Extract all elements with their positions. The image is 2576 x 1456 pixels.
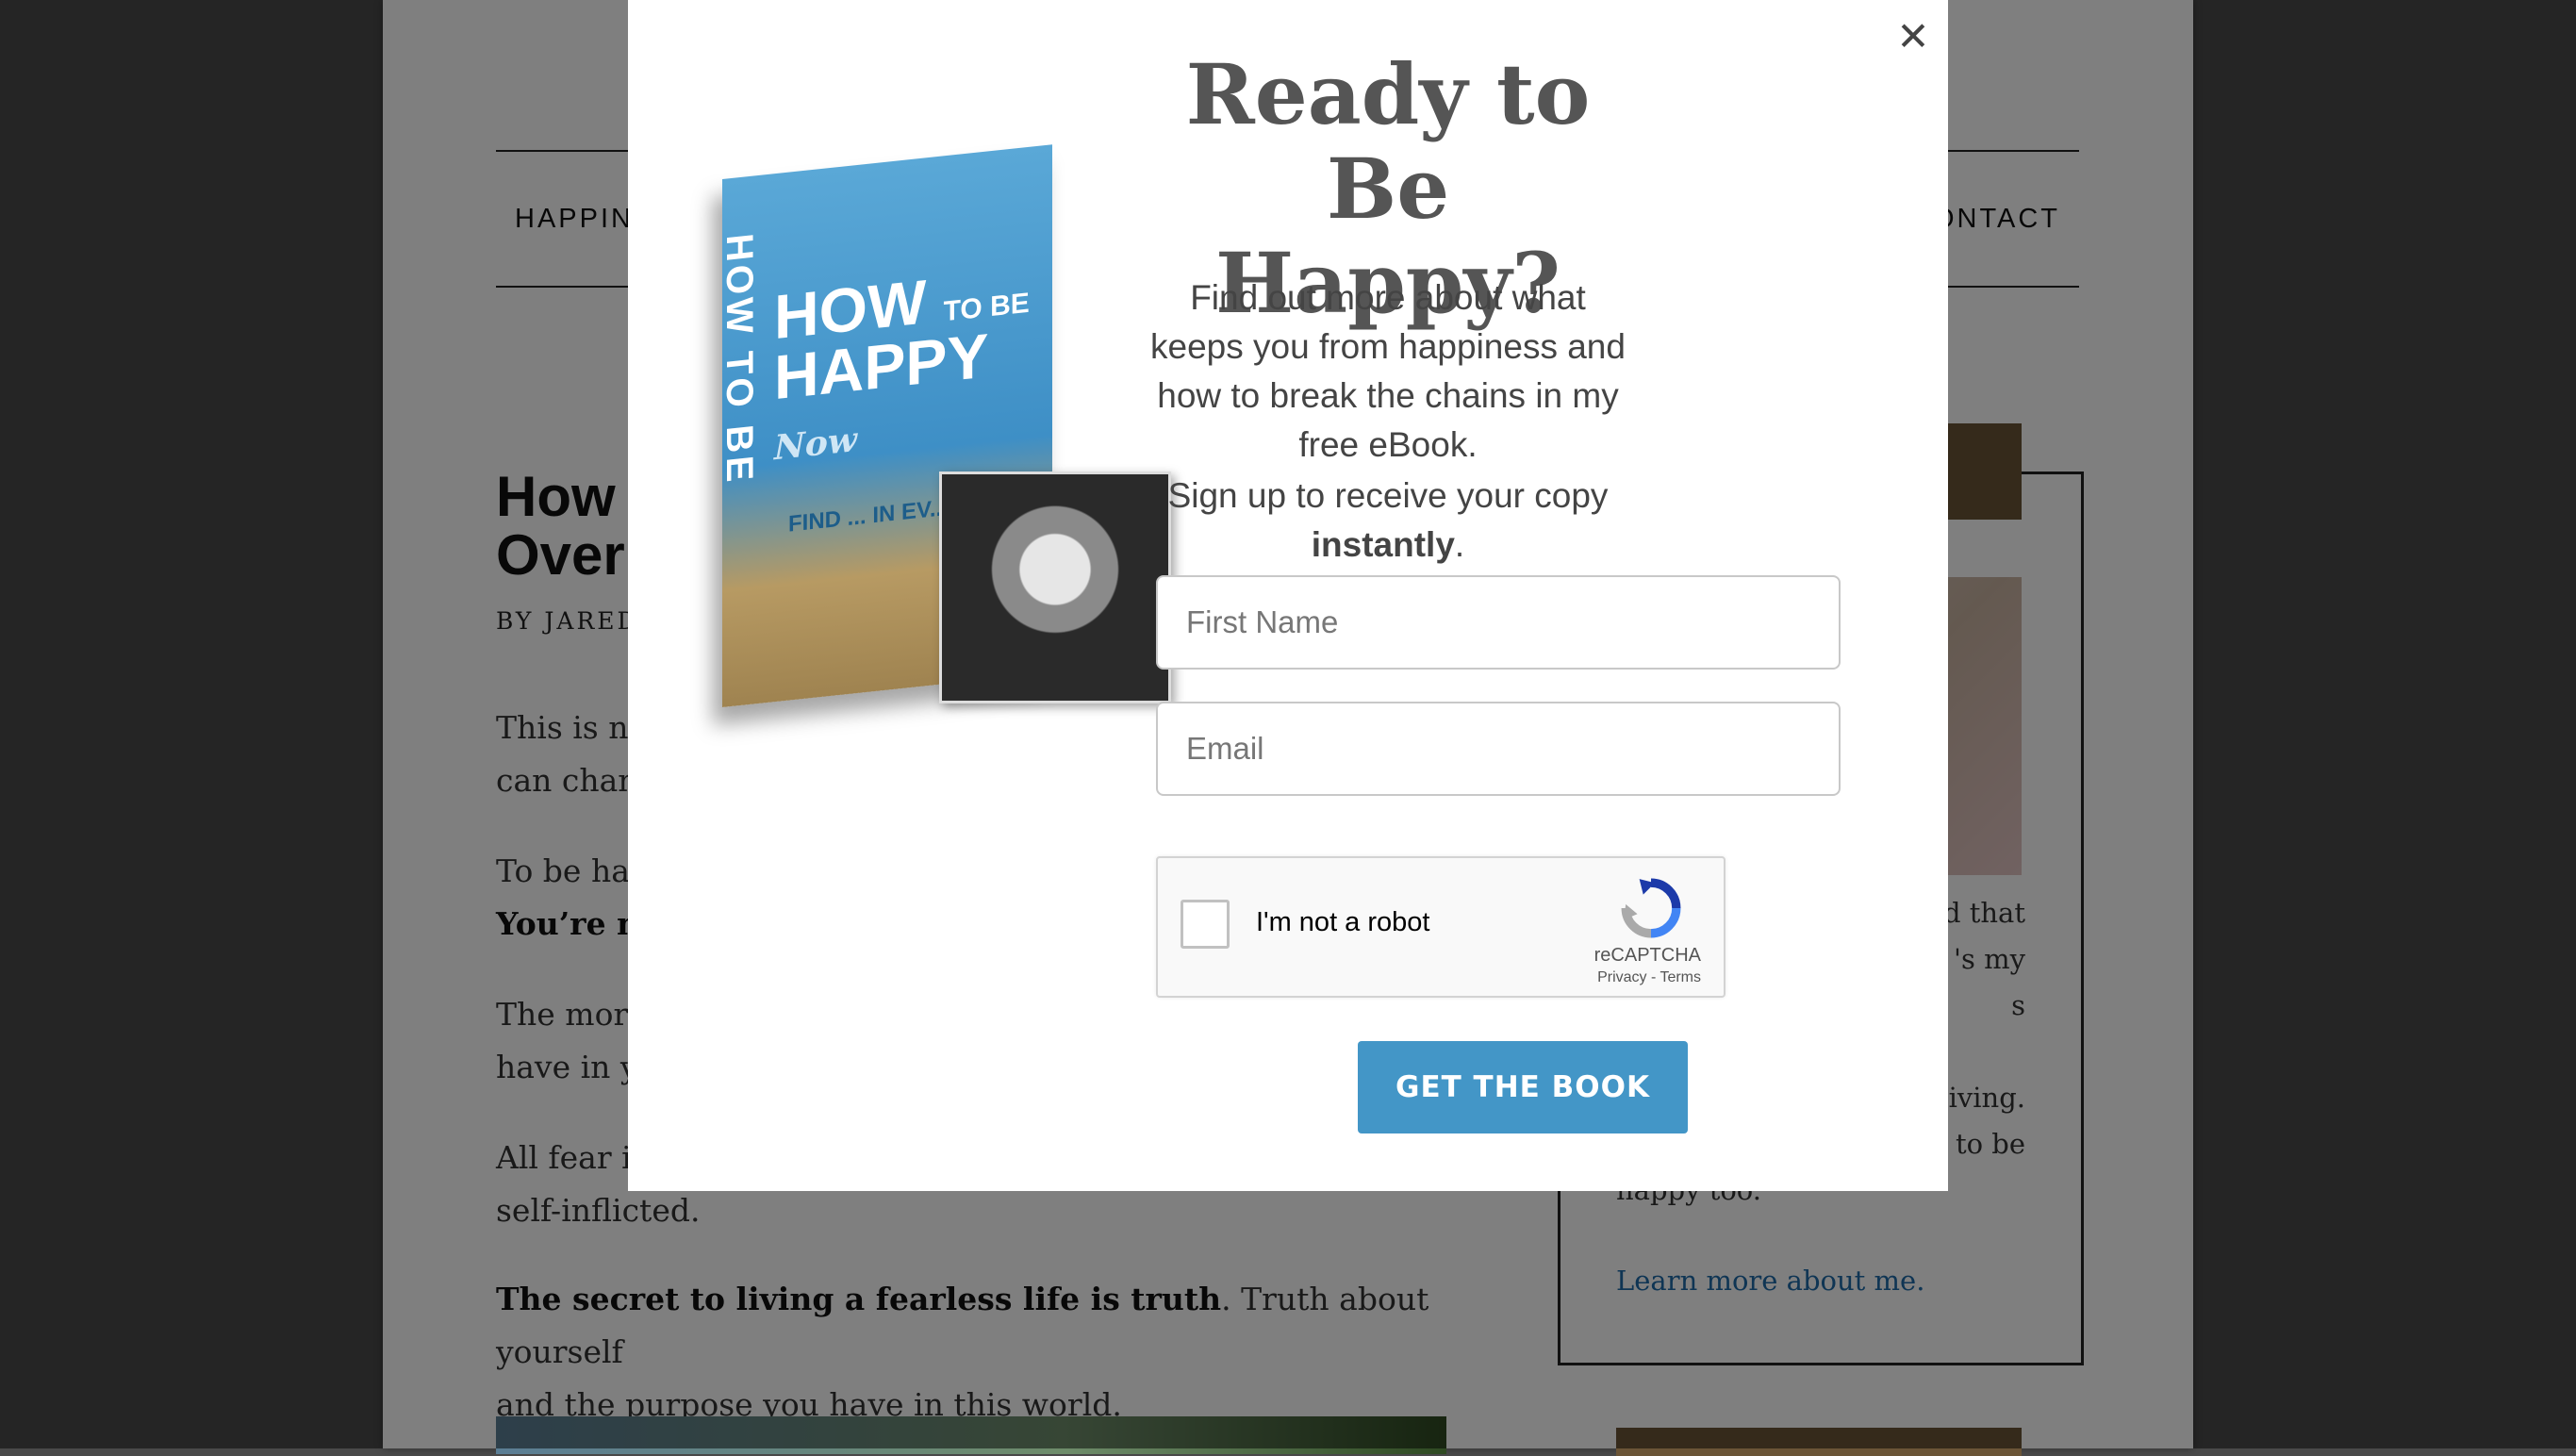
- signup-text-suffix: .: [1454, 525, 1465, 564]
- first-name-field[interactable]: [1156, 575, 1841, 670]
- recaptcha-logo-icon: [1621, 878, 1681, 938]
- email-field[interactable]: [1156, 702, 1841, 796]
- recaptcha-privacy-terms-links[interactable]: Privacy - Terms: [1597, 969, 1701, 986]
- recaptcha-widget: I'm not a robot reCAPTCHA Privacy - Term…: [1156, 856, 1726, 998]
- book-title: HOW TO BE HAPPY Now: [774, 258, 1048, 478]
- signup-text: Sign up to receive your copy: [1167, 476, 1609, 515]
- book-spine-text: HOW TO BE: [722, 231, 760, 488]
- close-icon[interactable]: ✕: [1890, 13, 1937, 60]
- signup-bold-text: instantly: [1311, 525, 1455, 564]
- ebook-cover-image: HOW TO BE HOW TO BE HAPPY Now FIND ... I…: [722, 144, 1171, 745]
- recaptcha-brand: reCAPTCHA: [1593, 945, 1701, 966]
- recaptcha-checkbox[interactable]: [1181, 900, 1230, 949]
- ebook-signup-modal: ✕ HOW TO BE HOW TO BE HAPPY Now FIND ...…: [628, 0, 1948, 1191]
- book-title-script: Now: [774, 419, 857, 469]
- book-subtitle: FIND ... IN EV...: [788, 494, 949, 538]
- author-photo: [939, 472, 1171, 703]
- recaptcha-label: I'm not a robot: [1256, 907, 1430, 937]
- get-the-book-button[interactable]: GET THE BOOK: [1358, 1041, 1688, 1133]
- modal-signup-text: Sign up to receive your copy instantly.: [1143, 472, 1633, 570]
- modal-description: Find out more about what keeps you from …: [1150, 278, 1626, 464]
